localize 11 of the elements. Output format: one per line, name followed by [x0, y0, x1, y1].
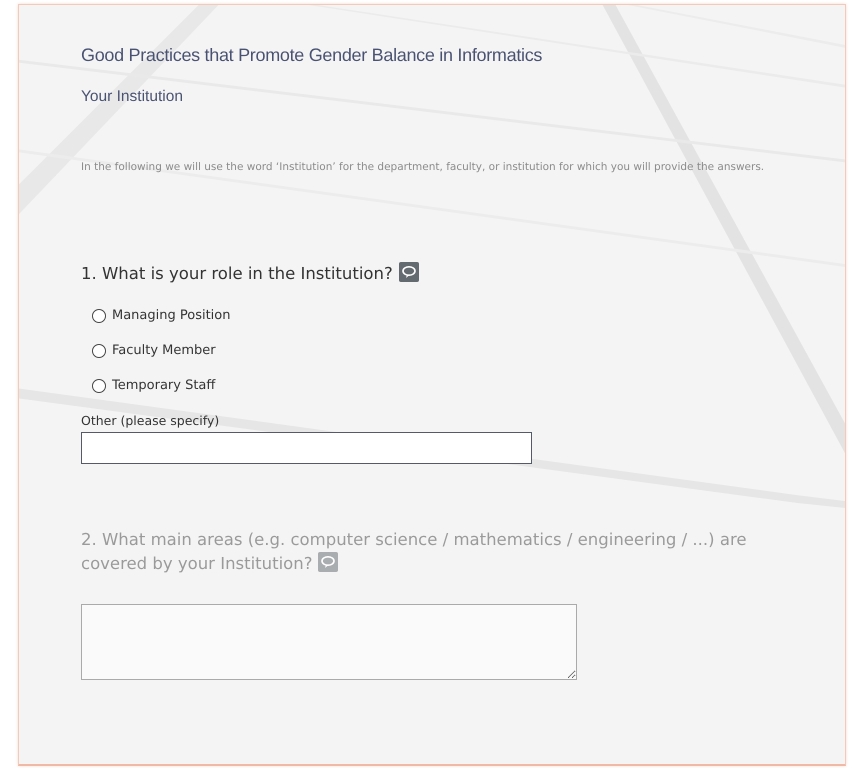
survey-title: Good Practices that Promote Gender Balance in Informatics: [81, 45, 544, 66]
radio-option[interactable]: Managing Position: [92, 308, 815, 323]
field-label: Other (please specify): [81, 413, 220, 428]
section-title: Your Institution: [81, 88, 184, 106]
question-text: 2. What main areas (e.g. computer science / mathematics / engineering / ...) are covered by your Institution?: [81, 529, 748, 575]
radio-option[interactable]: Faculty Member: [92, 343, 815, 358]
radio-option[interactable]: Temporary Staff: [92, 378, 815, 393]
question-text: 1. What is your role in the Institution?: [81, 262, 815, 286]
input-field[interactable]: [81, 432, 532, 464]
comment-icon[interactable]: [398, 262, 419, 282]
intro-text: In the following we will use the word ‘Institution’ for the department, faculty, or institution for which you will provide the answers.: [81, 160, 766, 175]
